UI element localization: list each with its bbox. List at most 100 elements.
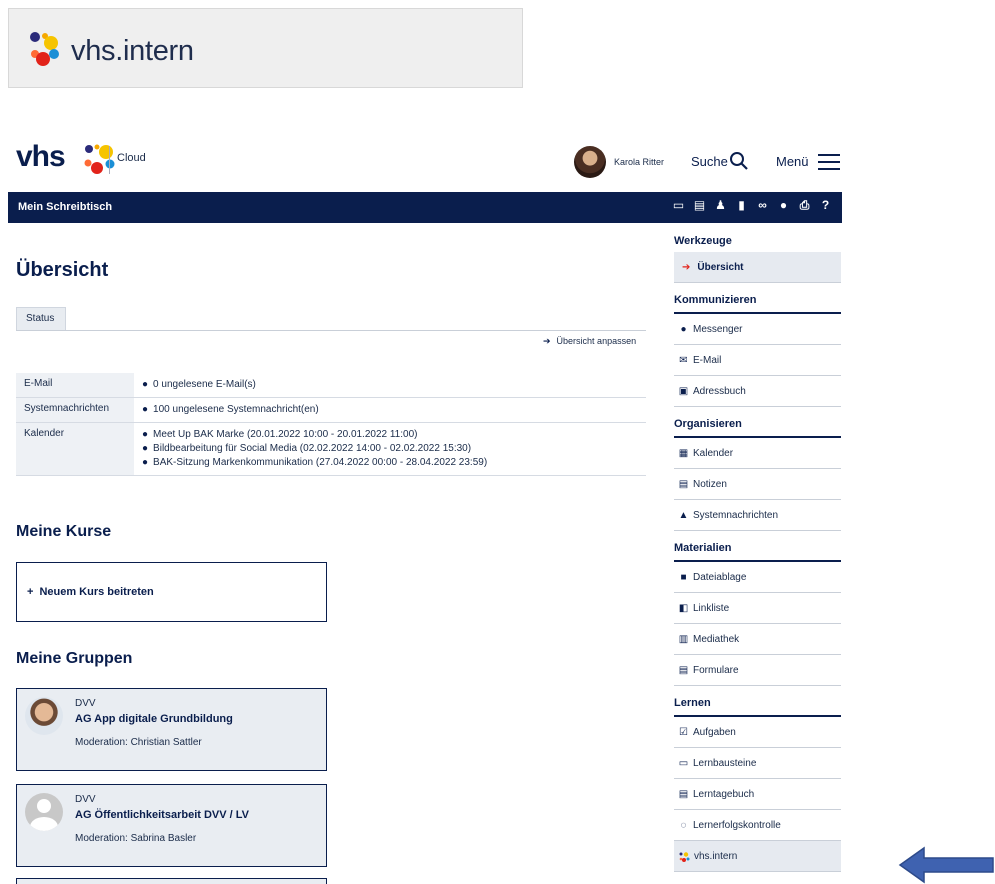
- sidebar-item-email[interactable]: ✉ E-Mail: [674, 345, 841, 376]
- table-row: E-Mail 0 ungelesene E-Mail(s): [16, 373, 646, 398]
- status-link[interactable]: 100 ungelesene Systemnachricht(en): [142, 403, 638, 417]
- groups-heading: Meine Gruppen: [16, 650, 133, 667]
- learning-diary-icon: ▤: [678, 789, 689, 800]
- sidebar-item-label: Übersicht: [697, 262, 744, 273]
- calendar-icon[interactable]: ▤: [693, 199, 706, 212]
- sidebar-item-label: Aufgaben: [693, 727, 736, 738]
- user-name[interactable]: Karola Ritter: [614, 157, 664, 167]
- vhs-dots-logo-icon: [84, 144, 115, 174]
- tools-sidebar: Werkzeuge ➔ Übersicht Kommunizieren ● Mess…: [674, 230, 841, 872]
- sidebar-item-notes[interactable]: ▤ Notizen: [674, 469, 841, 500]
- sidebar-item-label: Mediathek: [693, 634, 740, 645]
- brand-wordmark: vhs: [16, 140, 66, 173]
- sidebar-item-tasks[interactable]: ☑ Aufgaben: [674, 717, 841, 748]
- sidebar-item-addressbook[interactable]: ▣ Adressbuch: [674, 376, 841, 407]
- desktop-navbar: Mein Schreibtisch ▭ ▤ ♟ ▮ ∞ ● ⎙ ?: [8, 192, 842, 223]
- group-name[interactable]: AG Öffentlichkeitsarbeit DVV / LV: [75, 809, 249, 821]
- row-label: E-Mail: [16, 373, 134, 398]
- notes-icon: ▤: [678, 479, 689, 490]
- search-button-label[interactable]: Suche: [691, 154, 728, 169]
- messenger-icon: ●: [680, 324, 687, 335]
- group-card[interactable]: [16, 878, 327, 884]
- group-placeholder-avatar: [25, 793, 63, 831]
- sidebar-item-label: Lerntagebuch: [693, 789, 755, 800]
- calendar-icon: ▦: [678, 448, 689, 459]
- sidebar-item-vhs-intern[interactable]: vhs.intern: [674, 841, 841, 872]
- sidebar-item-label: Lernerfolgskontrolle: [693, 820, 781, 831]
- calendar-event-link[interactable]: Bildbearbeitung für Social Media (02.02.…: [142, 442, 638, 456]
- hamburger-menu-icon[interactable]: [818, 154, 840, 171]
- vhs-intern-banner: vhs.intern: [8, 8, 523, 88]
- folder-icon: ■: [680, 572, 687, 583]
- row-label: Kalender: [16, 422, 134, 476]
- form-icon: ▤: [678, 665, 689, 676]
- banner-title: vhs.intern: [71, 35, 194, 67]
- arrow-right-icon: ➔: [682, 262, 691, 273]
- progress-icon: ◌: [680, 820, 687, 831]
- courses-heading: Meine Kurse: [16, 523, 112, 540]
- group-moderation: Moderation: Christian Sattler: [75, 737, 202, 748]
- row-label: Systemnachrichten: [16, 397, 134, 423]
- tasks-icon: ☑: [679, 727, 688, 738]
- tab-status[interactable]: Status: [16, 307, 66, 330]
- sidebar-item-label: Linkliste: [693, 603, 730, 614]
- help-icon[interactable]: ?: [819, 199, 832, 212]
- media-icon: ▥: [678, 634, 689, 645]
- group-name[interactable]: AG App digitale Grundbildung: [75, 713, 233, 725]
- group-moderation: Moderation: Sabrina Basler: [75, 833, 197, 844]
- mail-icon: ✉: [679, 355, 688, 366]
- sidebar-heading-lernen: Lernen: [674, 686, 841, 717]
- navbar-title[interactable]: Mein Schreibtisch: [18, 201, 112, 213]
- sidebar-item-forms[interactable]: ▤ Formulare: [674, 655, 841, 686]
- group-card[interactable]: DVV AG App digitale Grundbildung Moderat…: [16, 688, 327, 771]
- messenger-icon[interactable]: ▭: [672, 199, 685, 212]
- sidebar-item-label: E-Mail: [693, 355, 722, 366]
- sidebar-item-system-messages[interactable]: ▲ Systemnachrichten: [674, 500, 841, 531]
- header-divider: [109, 146, 110, 174]
- bookmark-icon[interactable]: ▮: [735, 199, 748, 212]
- sidebar-item-progress[interactable]: ◌ Lernerfolgskontrolle: [674, 810, 841, 841]
- calendar-event-link[interactable]: BAK-Sitzung Markenkommunikation (27.04.2…: [142, 456, 638, 470]
- sidebar-item-messenger[interactable]: ● Messenger: [674, 314, 841, 345]
- row-value: Meet Up BAK Marke (20.01.2022 10:00 - 20…: [134, 422, 646, 476]
- sidebar-item-label: vhs.intern: [694, 851, 738, 862]
- join-course-button[interactable]: Neuem Kurs beitreten: [16, 562, 327, 622]
- sidebar-item-label: Lernbausteine: [693, 758, 757, 769]
- user-avatar[interactable]: [574, 146, 606, 178]
- status-link[interactable]: 0 ungelesene E-Mail(s): [142, 378, 638, 392]
- warning-icon: ▲: [678, 510, 689, 521]
- calendar-event-link[interactable]: Meet Up BAK Marke (20.01.2022 10:00 - 20…: [142, 428, 638, 442]
- sidebar-heading-kommunizieren: Kommunizieren: [674, 283, 841, 314]
- sidebar-item-label: Messenger: [693, 324, 743, 335]
- toolbar: ▭ ▤ ♟ ▮ ∞ ● ⎙ ?: [672, 199, 832, 212]
- sidebar-item-linklist[interactable]: ◧ Linkliste: [674, 593, 841, 624]
- sidebar-item-label: Kalender: [693, 448, 734, 459]
- sidebar-heading-werkzeuge: Werkzeuge: [674, 235, 732, 247]
- sidebar-heading-materialien: Materialien: [674, 531, 841, 562]
- sidebar-item-media[interactable]: ▥ Mediathek: [674, 624, 841, 655]
- sidebar-item-learning-diary[interactable]: ▤ Lerntagebuch: [674, 779, 841, 810]
- vhs-dots-logo-icon: [30, 32, 59, 66]
- pointing-arrow-icon: [898, 846, 994, 884]
- group-moderator-avatar: [25, 697, 63, 735]
- row-value: 0 ungelesene E-Mail(s): [134, 373, 646, 398]
- menu-button-label[interactable]: Menü: [776, 154, 809, 169]
- sidebar-item-overview[interactable]: ➔ Übersicht: [674, 252, 841, 283]
- sidebar-item-calendar[interactable]: ▦ Kalender: [674, 438, 841, 469]
- group-card[interactable]: DVV AG Öffentlichkeitsarbeit DVV / LV Mo…: [16, 784, 327, 867]
- cloud-label: Cloud: [117, 152, 146, 164]
- print-icon[interactable]: ⎙: [798, 199, 811, 212]
- sidebar-item-learning-modules[interactable]: ▭ Lernbausteine: [674, 748, 841, 779]
- vhs-dots-logo-icon: [679, 852, 690, 862]
- sidebar-item-files[interactable]: ■ Dateiablage: [674, 562, 841, 593]
- sidebar-item-label: Dateiablage: [693, 572, 747, 583]
- customize-overview-link[interactable]: Übersicht anpassen: [543, 336, 637, 347]
- row-value: 100 ungelesene Systemnachricht(en): [134, 397, 646, 423]
- location-icon[interactable]: ●: [777, 199, 790, 212]
- sidebar-item-label: Notizen: [693, 479, 727, 490]
- link-icon[interactable]: ∞: [756, 199, 769, 212]
- page-title: Übersicht: [16, 259, 109, 281]
- learning-modules-icon: ▭: [678, 758, 689, 769]
- user-icon[interactable]: ♟: [714, 199, 727, 212]
- search-icon[interactable]: [729, 151, 749, 171]
